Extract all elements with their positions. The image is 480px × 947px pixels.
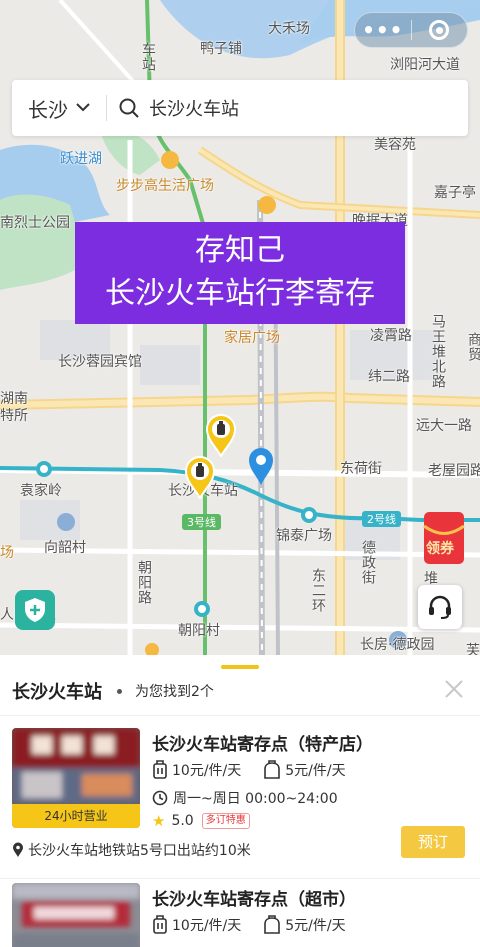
metro-line-badge: 2号线 <box>362 511 401 527</box>
map-label: 特所 <box>0 408 28 424</box>
address-text: 长沙火车站地铁站5号口出站约10米 <box>28 843 251 859</box>
sheet-drag-handle[interactable] <box>221 665 259 669</box>
map-label: 长沙蓉园宾馆 <box>58 354 142 370</box>
capsule-close-button[interactable] <box>411 20 467 40</box>
map-label: 步步高生活广场 <box>116 178 214 194</box>
location-pin-icon <box>249 448 273 485</box>
small-price-text: 5元/件/天 <box>285 918 346 934</box>
map-label: 南烈士公园 <box>0 215 70 231</box>
store-photo: 24小时营业 <box>12 728 140 828</box>
promo-tag: 多订特惠 <box>201 813 250 829</box>
rating-value: 5.0 <box>171 813 194 829</box>
store-title: 长沙火车站寄存点（特产店） <box>152 735 373 755</box>
shield-plus-icon <box>25 598 45 622</box>
safety-button[interactable] <box>15 590 55 630</box>
map-label: 朝阳村 <box>178 623 220 639</box>
large-luggage-price: 10元/件/天 <box>152 760 241 780</box>
chevron-down-icon <box>76 102 90 111</box>
open-hours-badge: 24小时营业 <box>12 804 140 828</box>
close-icon[interactable] <box>444 679 464 699</box>
map-label: 德政街 <box>360 540 376 585</box>
price-row: 10元/件/天 5元/件/天 <box>152 760 346 780</box>
map-label: 场 <box>0 545 14 561</box>
result-count: 为您找到2个 <box>135 684 214 700</box>
coupon-label: 领券 <box>426 541 454 557</box>
map-label: 东二环 <box>310 568 326 613</box>
suitcase-icon <box>153 760 167 779</box>
map-label: 马王堆北路 <box>430 314 446 389</box>
map-label: 向韶村 <box>44 540 86 556</box>
separator-dot <box>117 688 122 694</box>
bag-icon <box>264 760 281 779</box>
small-luggage-price: 5元/件/天 <box>263 760 346 780</box>
star-icon: ★ <box>152 812 166 830</box>
small-luggage-price: 5元/件/天 <box>263 915 346 935</box>
map-label: 袁家岭 <box>20 483 62 499</box>
store-title: 长沙火车站寄存点（超市） <box>152 890 356 910</box>
search-input[interactable]: 长沙火车站 <box>149 95 239 121</box>
store-photo-image <box>12 883 140 947</box>
map-label: 远大一路 <box>416 418 472 434</box>
map-label: 大禾场 <box>268 21 310 37</box>
card-divider <box>0 878 480 879</box>
store-photo <box>12 883 140 947</box>
headset-icon <box>429 595 451 619</box>
large-price-text: 10元/件/天 <box>172 918 242 934</box>
large-price-text: 10元/件/天 <box>172 763 242 779</box>
hours-text: 周一~周日 00:00~24:00 <box>173 791 338 807</box>
search-divider <box>106 95 107 121</box>
hours-row: 周一~周日 00:00~24:00 <box>152 788 338 808</box>
coupon-button[interactable]: 领券 <box>418 510 470 566</box>
banner-brand: 存知己 <box>195 233 285 268</box>
map-label: 芙 <box>466 643 480 655</box>
storage-marker-icon[interactable] <box>184 455 216 499</box>
header-divider <box>0 715 480 716</box>
map-label: 老屋园路 <box>428 463 480 479</box>
map-label: 朝阳路 <box>136 560 152 605</box>
map-view[interactable]: 大禾场 鸭子铺 浏阳河大道 车站 美容苑 跃进湖 步步高生活广场 嘉子亭 南烈士… <box>0 0 480 655</box>
price-row: 10元/件/天 5元/件/天 <box>152 915 346 935</box>
rating-row: ★ 5.0 多订特惠 <box>152 812 250 830</box>
suitcase-icon <box>153 915 167 934</box>
city-label: 长沙 <box>28 97 68 122</box>
map-label: 跃进湖 <box>60 151 102 167</box>
target-ring-icon <box>429 20 450 40</box>
map-label: 鸭子铺 <box>200 41 242 57</box>
map-label: 锦泰广场 <box>276 528 332 544</box>
map-label: 东荷街 <box>340 461 382 477</box>
address-row: 长沙火车站地铁站5号口出站约10米 <box>12 840 251 860</box>
small-price-text: 5元/件/天 <box>285 763 346 779</box>
map-label: 家居广场 <box>224 330 280 346</box>
map-label: 长房·德政园 <box>360 637 435 653</box>
map-label: 美容苑 <box>374 137 416 153</box>
search-bar: 长沙 长沙火车站 <box>12 80 468 136</box>
bag-icon <box>264 915 281 934</box>
map-label: 浏阳河大道 <box>390 57 460 73</box>
map-label: 车站 <box>140 42 156 72</box>
map-label: 纬二路 <box>368 369 410 385</box>
promo-banner: 存知己 长沙火车站行李寄存 <box>75 222 405 324</box>
map-label: 商贸 <box>466 332 480 362</box>
book-button[interactable]: 预订 <box>401 826 465 858</box>
metro-line-badge: 3号线 <box>182 514 221 530</box>
storage-marker-icon[interactable] <box>205 413 237 457</box>
search-icon <box>119 98 139 118</box>
miniapp-capsule: ••• <box>354 12 468 48</box>
large-luggage-price: 10元/件/天 <box>152 915 241 935</box>
sheet-header: 长沙火车站 为您找到2个 <box>12 679 214 703</box>
results-sheet: 长沙火车站 为您找到2个 24小时营业 长沙火车站寄存点（特产店） 10元/件/… <box>0 655 480 947</box>
more-dots-icon[interactable]: ••• <box>355 12 411 48</box>
banner-title: 长沙火车站行李寄存 <box>105 276 375 311</box>
sheet-title: 长沙火车站 <box>12 682 102 703</box>
map-label: 嘉子亭 <box>434 185 476 201</box>
clock-icon <box>152 790 168 806</box>
city-selector[interactable]: 长沙 <box>12 94 90 123</box>
location-icon <box>13 842 23 857</box>
customer-service-button[interactable] <box>418 585 462 629</box>
map-label: 凌霄路 <box>370 328 412 344</box>
